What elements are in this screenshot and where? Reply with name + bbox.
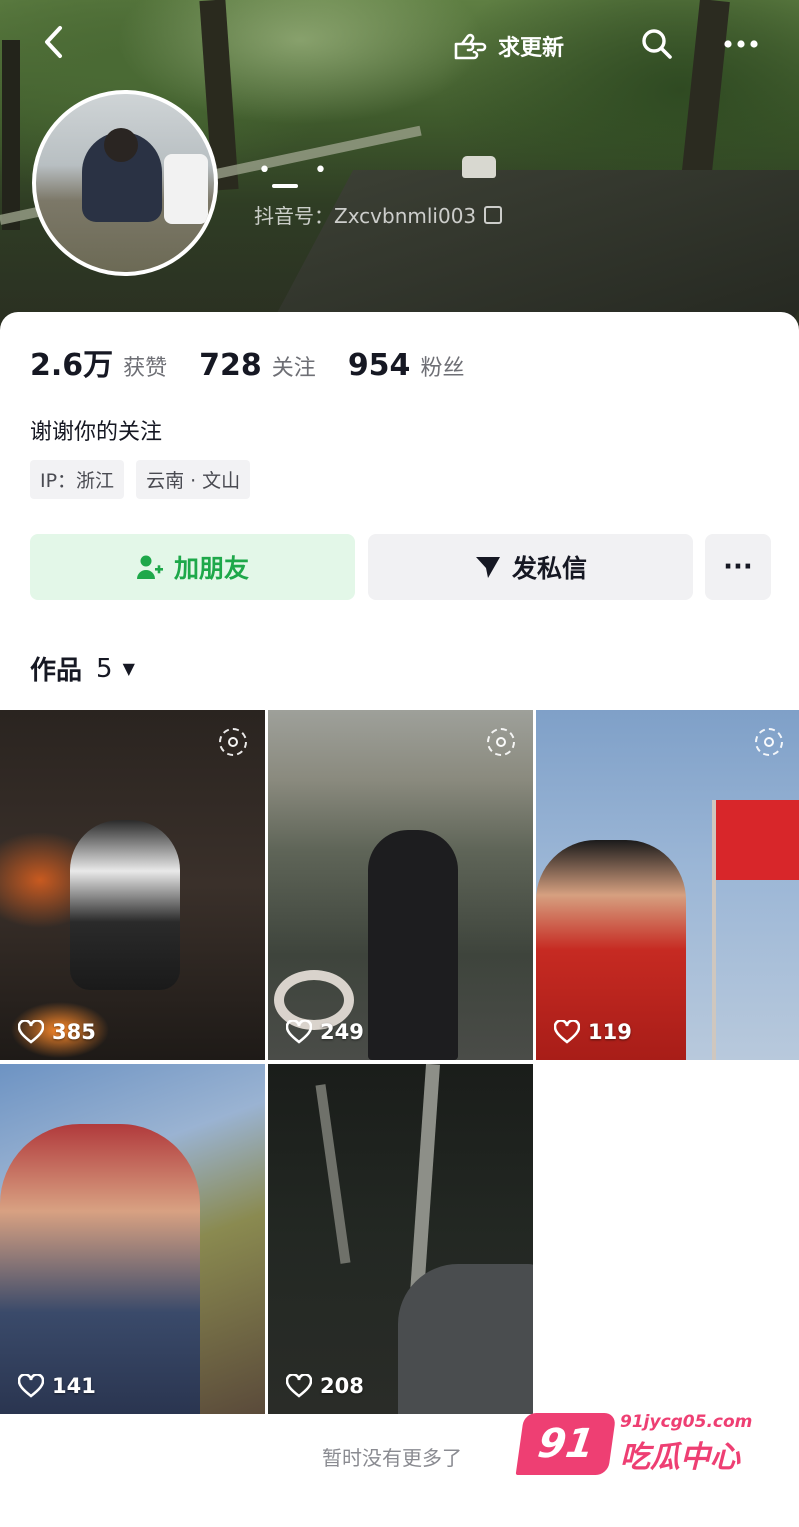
live-photo-icon: [487, 728, 515, 756]
bio-text: 谢谢你的关注: [30, 420, 163, 445]
request-update-button[interactable]: 求更新: [452, 26, 564, 66]
video-thumbnail-figure: [0, 1124, 200, 1414]
video-tile[interactable]: 249: [268, 710, 533, 1060]
back-icon[interactable]: [42, 24, 66, 71]
video-thumbnail-figure: [70, 820, 180, 990]
request-update-label: 求更新: [498, 36, 565, 61]
like-count-value: 208: [320, 1374, 364, 1398]
stat-label: 粉丝: [420, 356, 465, 381]
heart-icon: [286, 1374, 312, 1398]
stat-followers[interactable]: 954 粉丝: [348, 348, 465, 383]
heart-icon: [18, 1374, 44, 1398]
copy-icon[interactable]: [484, 205, 503, 224]
heart-icon: [18, 1020, 44, 1044]
video-thumbnail-flag: [716, 800, 799, 880]
avatar-chair: [164, 154, 208, 224]
location-tag[interactable]: 云南 · 文山: [136, 460, 251, 499]
heart-icon: [286, 1020, 312, 1044]
send-icon: [475, 557, 500, 578]
video-thumbnail-car: [398, 1264, 533, 1414]
watermark-url: 91jycg05.com: [620, 1412, 753, 1432]
add-user-icon: [136, 555, 163, 579]
like-count: 249: [286, 1020, 364, 1044]
avatar[interactable]: [32, 90, 218, 276]
like-count-value: 141: [52, 1374, 96, 1398]
stats-row: 2.6万 获赞 728 关注 954 粉丝: [30, 340, 496, 384]
more-options-icon[interactable]: [722, 26, 760, 66]
like-count: 119: [554, 1020, 632, 1044]
watermark-logo: 91 91jycg05.com 吃瓜中心: [515, 1412, 752, 1476]
video-thumbnail-tree: [315, 1084, 351, 1264]
video-tile[interactable]: 141: [0, 1064, 265, 1414]
watermark-badge: 91: [515, 1413, 617, 1475]
banner-tree: [2, 40, 20, 230]
stat-value: 728: [199, 348, 262, 383]
banner-car: [462, 156, 496, 178]
like-count-value: 119: [588, 1020, 632, 1044]
watermark-name: 吃瓜中心: [620, 1440, 740, 1475]
hand-point-icon: [454, 33, 487, 60]
works-title: 作品: [30, 656, 83, 686]
add-friend-button[interactable]: 加朋友: [30, 534, 355, 600]
add-friend-label: 加朋友: [173, 554, 249, 583]
like-count: 385: [18, 1020, 96, 1044]
video-thumbnail-figure: [368, 830, 458, 1060]
douyin-id-text: 抖音号：Zxcvbnmli003: [254, 204, 477, 228]
ip-location-tag: IP：浙江: [30, 460, 125, 499]
video-thumbnail-tree: [409, 1064, 441, 1295]
profile-tags: IP：浙江 云南 · 文山: [30, 460, 262, 499]
works-count: 5: [96, 653, 113, 684]
stat-following[interactable]: 728 关注: [199, 348, 316, 383]
stat-likes[interactable]: 2.6万 获赞: [30, 340, 167, 384]
send-message-button[interactable]: 发私信: [368, 534, 693, 600]
like-count: 208: [286, 1374, 364, 1398]
search-icon[interactable]: [640, 26, 674, 66]
video-tile[interactable]: 208: [268, 1064, 533, 1414]
nickname-underline: [272, 184, 298, 188]
profile-card: 2.6万 获赞 728 关注 954 粉丝 谢谢你的关注 IP：浙江 云南 · …: [0, 312, 799, 1527]
video-tile[interactable]: 119: [536, 710, 799, 1060]
send-message-label: 发私信: [511, 554, 587, 583]
stat-label: 获赞: [123, 356, 168, 381]
works-tab[interactable]: 作品 5 ▼: [30, 650, 135, 687]
video-tile[interactable]: 385: [0, 710, 265, 1060]
stat-label: 关注: [271, 356, 316, 381]
avatar-head: [104, 128, 138, 162]
nickname: • •: [258, 158, 345, 183]
live-photo-icon: [219, 728, 247, 756]
stat-value: 2.6万: [30, 348, 114, 383]
like-count-value: 385: [52, 1020, 96, 1044]
like-count-value: 249: [320, 1020, 364, 1044]
like-count: 141: [18, 1374, 96, 1398]
live-photo-icon: [755, 728, 783, 756]
heart-icon: [554, 1020, 580, 1044]
stat-value: 954: [347, 348, 411, 383]
more-actions-button[interactable]: ···: [705, 534, 771, 600]
caret-down-icon: ▼: [122, 659, 135, 678]
douyin-id[interactable]: 抖音号：Zxcvbnmli003: [254, 200, 503, 229]
no-more-content-text: 暂时没有更多了: [322, 1446, 462, 1470]
watermark-text: 91jycg05.com 吃瓜中心: [620, 1412, 752, 1476]
